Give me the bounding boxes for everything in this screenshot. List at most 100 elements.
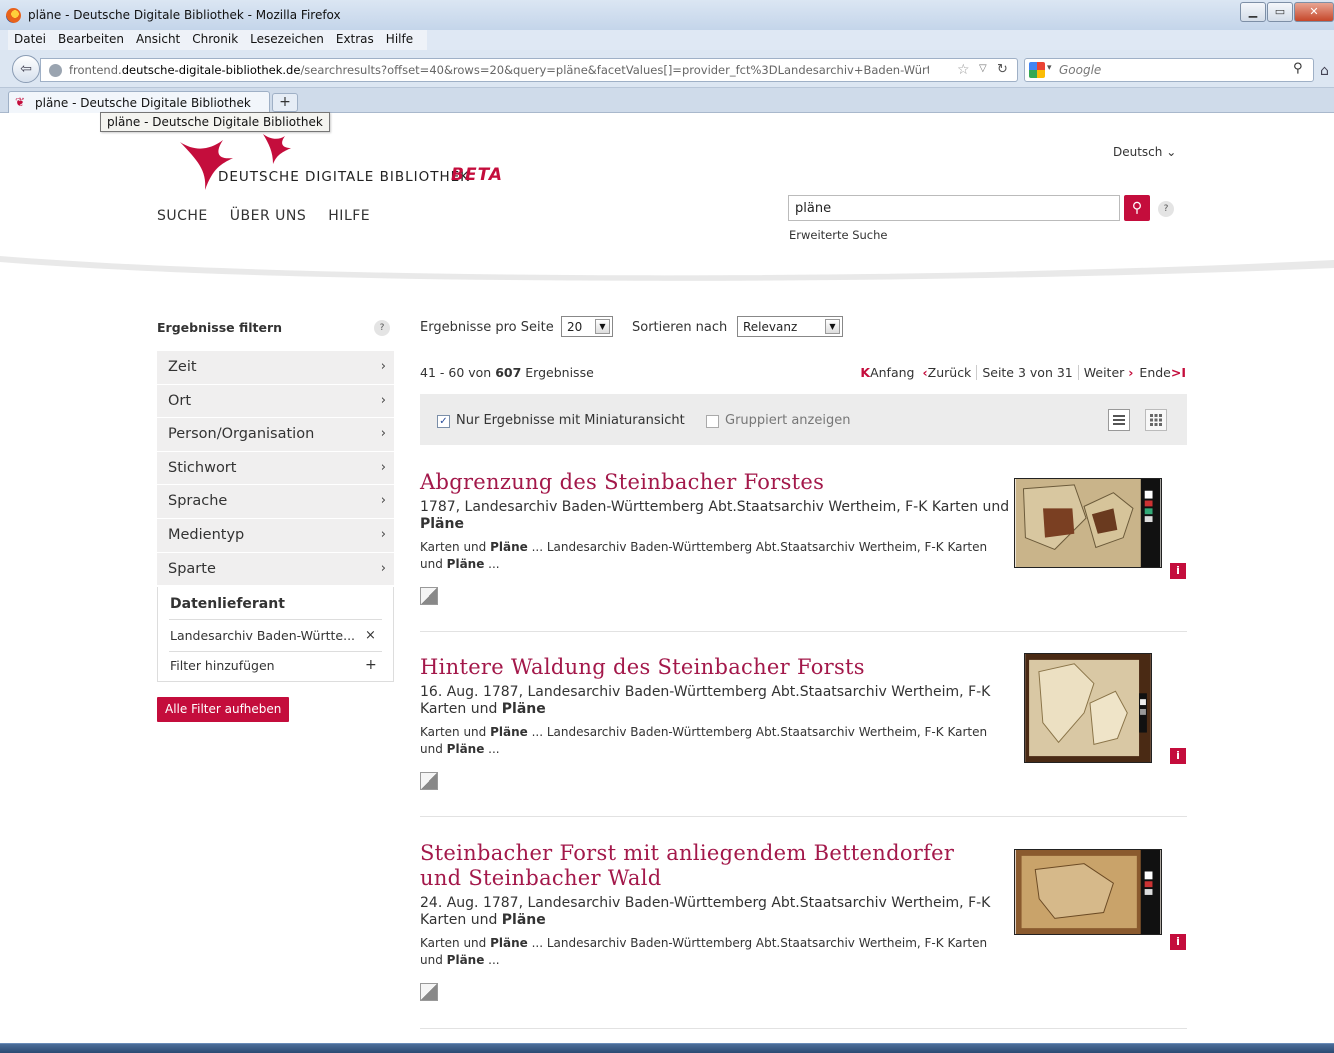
- main-nav: SUCHE ÜBER UNS HILFE: [157, 208, 370, 224]
- back-button[interactable]: ⇦: [12, 55, 40, 83]
- home-icon[interactable]: ⌂: [1320, 63, 1329, 79]
- result-snippet: Karten und Pläne ... Landesarchiv Baden-…: [420, 725, 988, 756]
- pager-prev[interactable]: ‹Zurück: [922, 365, 971, 380]
- info-icon[interactable]: i: [1170, 748, 1186, 764]
- per-page-value: 20: [567, 320, 583, 334]
- nav-hilfe[interactable]: HILFE: [328, 208, 370, 224]
- menu-lesezeichen[interactable]: Lesezeichen: [244, 30, 330, 50]
- filter-help-icon[interactable]: ?: [374, 320, 390, 336]
- result-thumbnail[interactable]: [1014, 478, 1162, 568]
- menu-bearbeiten[interactable]: Bearbeiten: [52, 30, 130, 50]
- result-thumbnail[interactable]: [1024, 653, 1152, 763]
- menu-hilfe[interactable]: Hilfe: [380, 30, 419, 50]
- reload-icon[interactable]: ↻: [997, 62, 1008, 77]
- result-meta: 24. Aug. 1787, Landesarchiv Baden-Württe…: [420, 895, 991, 928]
- list-view-icon[interactable]: [1108, 409, 1130, 431]
- result-item: Steinbacher Forst mit anliegendem Betten…: [420, 841, 1187, 1029]
- result-divider: [420, 1028, 1187, 1029]
- result-item: Abgrenzung des Steinbacher Forstes 1787,…: [420, 470, 1187, 632]
- info-icon[interactable]: i: [1170, 934, 1186, 950]
- site-search-box: [788, 195, 1120, 221]
- thumbnails-only-label[interactable]: Nur Ergebnisse mit Miniaturansicht: [456, 413, 685, 428]
- chevron-down-icon: ⌄: [1166, 145, 1177, 159]
- result-item: Hintere Waldung des Steinbacher Forsts 1…: [420, 653, 1187, 817]
- grid-view-icon[interactable]: [1145, 409, 1167, 431]
- result-divider: [420, 816, 1187, 817]
- facet-ort[interactable]: Ort ›: [157, 383, 394, 418]
- search-engine-dropdown-icon[interactable]: ▾: [1047, 63, 1052, 73]
- filter-title: Ergebnisse filtern: [157, 320, 283, 335]
- window-titlebar: pläne - Deutsche Digitale Bibliothek - M…: [0, 0, 1334, 30]
- new-tab-button[interactable]: +: [272, 93, 298, 112]
- result-title[interactable]: Steinbacher Forst mit anliegendem Betten…: [420, 841, 1000, 891]
- result-title[interactable]: Abgrenzung des Steinbacher Forstes: [420, 470, 1000, 495]
- result-title[interactable]: Hintere Waldung des Steinbacher Forsts: [420, 655, 1000, 680]
- search-help-icon[interactable]: ?: [1158, 201, 1174, 217]
- pager-last[interactable]: Ende>I: [1139, 365, 1186, 380]
- facet-sprache[interactable]: Sprache ›: [157, 484, 394, 518]
- chevron-right-icon: ›: [380, 526, 386, 542]
- result-options-bar: ✓ Nur Ergebnisse mit Miniaturansicht Gru…: [420, 394, 1187, 445]
- site-search-input[interactable]: [789, 196, 1119, 220]
- language-select[interactable]: Deutsch ⌄: [1113, 145, 1176, 159]
- facet-medientyp[interactable]: Medientyp ›: [157, 517, 394, 552]
- image-media-icon: [420, 983, 438, 1001]
- tab-current[interactable]: ❦ pläne - Deutsche Digitale Bibliothek: [8, 91, 270, 113]
- pager-first[interactable]: KAnfang: [860, 365, 914, 380]
- per-page-select[interactable]: 20 ▼: [561, 316, 613, 337]
- menu-ansicht[interactable]: Ansicht: [130, 30, 186, 50]
- close-window-button[interactable]: ✕: [1294, 2, 1334, 22]
- browser-search-field[interactable]: ▾ Google ⚲: [1024, 58, 1314, 82]
- chevron-right-icon: ›: [380, 426, 386, 442]
- result-thumbnail[interactable]: [1014, 849, 1162, 935]
- plus-icon[interactable]: +: [365, 657, 377, 673]
- provider-filter-box: Datenlieferant Landesarchiv Baden-Württe…: [157, 587, 394, 682]
- facet-person-organisation[interactable]: Person/Organisation ›: [157, 417, 394, 451]
- tab-bar: ❦ pläne - Deutsche Digitale Bibliothek +: [0, 88, 1334, 113]
- menu-chronik[interactable]: Chronik: [186, 30, 244, 50]
- bookmark-star-icon[interactable]: ☆: [957, 62, 970, 78]
- pager-page-info: Seite 3 von 31: [982, 365, 1073, 380]
- header-swoosh: [0, 256, 1334, 281]
- provider-value: Landesarchiv Baden-Württe...: [170, 628, 356, 643]
- minimize-button[interactable]: ▁: [1240, 2, 1266, 22]
- url-dropdown-icon[interactable]: ▽: [979, 63, 987, 74]
- dropdown-arrow-icon: ▼: [595, 319, 610, 334]
- facet-sparte[interactable]: Sparte ›: [157, 551, 394, 586]
- grouped-label[interactable]: Gruppiert anzeigen: [725, 413, 850, 428]
- grouped-checkbox[interactable]: [706, 415, 719, 428]
- google-icon[interactable]: [1029, 62, 1045, 78]
- facet-stichwort[interactable]: Stichwort ›: [157, 450, 394, 485]
- browser-search-placeholder: Google: [1059, 63, 1102, 77]
- maximize-button[interactable]: ▭: [1267, 2, 1293, 22]
- facet-list: Zeit › Ort › Person/Organisation › Stichwor…: [157, 350, 394, 586]
- divider: [169, 651, 382, 652]
- divider: [169, 619, 382, 620]
- facet-zeit[interactable]: Zeit ›: [157, 350, 394, 384]
- sort-select[interactable]: Relevanz ▼: [737, 316, 843, 337]
- nav-ueber-uns[interactable]: ÜBER UNS: [230, 208, 306, 224]
- magnifier-icon[interactable]: ⚲: [1293, 61, 1303, 76]
- window-title: pläne - Deutsche Digitale Bibliothek - M…: [28, 8, 341, 22]
- sort-label: Sortieren nach: [632, 320, 728, 335]
- add-filter-link[interactable]: Filter hinzufügen: [170, 658, 275, 673]
- thumbnails-only-checkbox[interactable]: ✓: [437, 415, 450, 428]
- provider-title: Datenlieferant: [170, 596, 285, 612]
- pagination: KAnfang ‹Zurück Seite 3 von 31 Weiter › …: [860, 365, 1186, 380]
- nav-suche[interactable]: SUCHE: [157, 208, 208, 224]
- menu-datei[interactable]: Datei: [8, 30, 52, 50]
- close-x-icon[interactable]: ×: [365, 628, 376, 643]
- logo-beta: BETA: [451, 165, 504, 185]
- site-search-button[interactable]: ⚲: [1124, 195, 1150, 221]
- os-taskbar: [0, 1043, 1334, 1053]
- pager-next[interactable]: Weiter ›: [1084, 365, 1134, 380]
- image-media-icon: [420, 587, 438, 605]
- menu-extras[interactable]: Extras: [330, 30, 380, 50]
- sort-value: Relevanz: [743, 320, 798, 334]
- image-media-icon: [420, 772, 438, 790]
- globe-icon: [49, 64, 62, 77]
- url-bar[interactable]: frontend.deutsche-digitale-bibliothek.de…: [40, 58, 1018, 82]
- clear-filters-button[interactable]: Alle Filter aufheben: [157, 697, 290, 722]
- url-text: frontend.deutsche-digitale-bibliothek.de…: [69, 63, 929, 77]
- info-icon[interactable]: i: [1170, 563, 1186, 579]
